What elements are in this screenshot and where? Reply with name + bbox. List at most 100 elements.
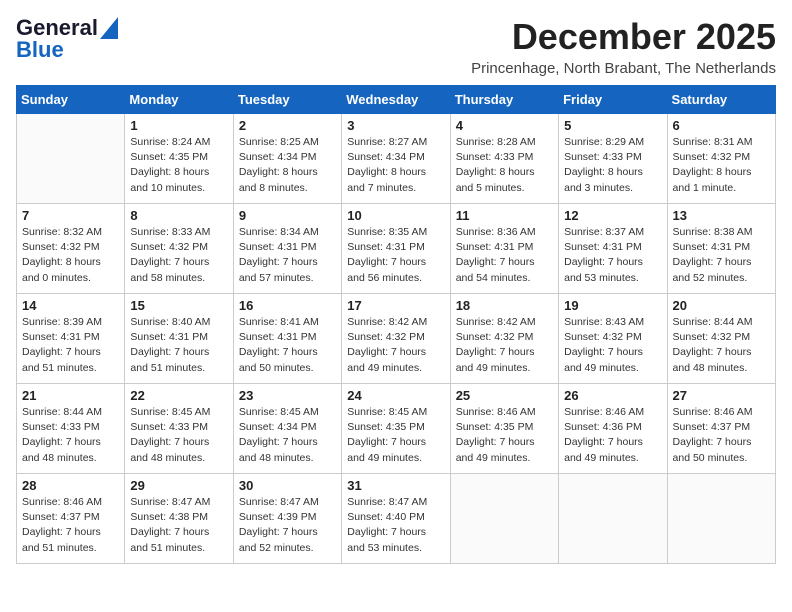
day-number: 26 [564, 388, 661, 403]
calendar-cell: 14 Sunrise: 8:39 AMSunset: 4:31 PMDayligh… [17, 294, 125, 384]
calendar-cell: 11Sunrise: 8:36 AMSunset: 4:31 PMDayligh… [450, 204, 558, 294]
weekday-header-wednesday: Wednesday [342, 86, 450, 114]
day-info: Sunrise: 8:37 AMSunset: 4:31 PMDaylight:… [564, 225, 661, 286]
calendar-week-row: 28 Sunrise: 8:46 AMSunset: 4:37 PMDayligh… [17, 474, 776, 564]
calendar-cell: 17Sunrise: 8:42 AMSunset: 4:32 PMDayligh… [342, 294, 450, 384]
calendar-cell: 2 Sunrise: 8:25 AMSunset: 4:34 PMDaylight… [233, 114, 341, 204]
day-info: Sunrise: 8:38 AMSunset: 4:31 PMDaylight:… [673, 225, 770, 286]
day-number: 27 [673, 388, 770, 403]
day-info: Sunrise: 8:24 AMSunset: 4:35 PMDaylight:… [130, 135, 227, 196]
day-info: Sunrise: 8:44 AMSunset: 4:32 PMDaylight:… [673, 315, 770, 376]
day-number: 29 [130, 478, 227, 493]
day-number: 14 [22, 298, 119, 313]
day-info: Sunrise: 8:35 AMSunset: 4:31 PMDaylight:… [347, 225, 444, 286]
weekday-header-friday: Friday [559, 86, 667, 114]
day-info: Sunrise: 8:44 AMSunset: 4:33 PMDaylight:… [22, 405, 119, 466]
day-number: 2 [239, 118, 336, 133]
calendar-week-row: 1 Sunrise: 8:24 AMSunset: 4:35 PMDaylight… [17, 114, 776, 204]
logo-triangle-icon [100, 17, 118, 39]
day-number: 3 [347, 118, 444, 133]
day-number: 31 [347, 478, 444, 493]
day-info: Sunrise: 8:36 AMSunset: 4:31 PMDaylight:… [456, 225, 553, 286]
calendar-cell: 16Sunrise: 8:41 AMSunset: 4:31 PMDayligh… [233, 294, 341, 384]
day-number: 24 [347, 388, 444, 403]
calendar-cell: 29Sunrise: 8:47 AMSunset: 4:38 PMDayligh… [125, 474, 233, 564]
weekday-header-monday: Monday [125, 86, 233, 114]
calendar-cell: 20 Sunrise: 8:44 AMSunset: 4:32 PMDayligh… [667, 294, 775, 384]
day-number: 16 [239, 298, 336, 313]
calendar-cell: 6Sunrise: 8:31 AMSunset: 4:32 PMDaylight… [667, 114, 775, 204]
calendar-cell: 1 Sunrise: 8:24 AMSunset: 4:35 PMDaylight… [125, 114, 233, 204]
day-info: Sunrise: 8:34 AMSunset: 4:31 PMDaylight:… [239, 225, 336, 286]
day-number: 23 [239, 388, 336, 403]
day-number: 19 [564, 298, 661, 313]
day-info: Sunrise: 8:28 AMSunset: 4:33 PMDaylight:… [456, 135, 553, 196]
calendar-cell: 3 Sunrise: 8:27 AMSunset: 4:34 PMDaylight… [342, 114, 450, 204]
day-number: 4 [456, 118, 553, 133]
calendar-cell: 24 Sunrise: 8:45 AMSunset: 4:35 PMDayligh… [342, 384, 450, 474]
calendar-cell: 15 Sunrise: 8:40 AMSunset: 4:31 PMDayligh… [125, 294, 233, 384]
calendar-cell: 26Sunrise: 8:46 AMSunset: 4:36 PMDayligh… [559, 384, 667, 474]
calendar-cell: 28 Sunrise: 8:46 AMSunset: 4:37 PMDayligh… [17, 474, 125, 564]
calendar-cell: 4 Sunrise: 8:28 AMSunset: 4:33 PMDaylight… [450, 114, 558, 204]
calendar-cell: 23 Sunrise: 8:45 AMSunset: 4:34 PMDayligh… [233, 384, 341, 474]
day-number: 13 [673, 208, 770, 223]
day-number: 1 [130, 118, 227, 133]
calendar-week-row: 7Sunrise: 8:32 AMSunset: 4:32 PMDaylight… [17, 204, 776, 294]
calendar-cell [450, 474, 558, 564]
weekday-header-tuesday: Tuesday [233, 86, 341, 114]
weekday-header-sunday: Sunday [17, 86, 125, 114]
day-number: 20 [673, 298, 770, 313]
weekday-header-saturday: Saturday [667, 86, 775, 114]
day-number: 12 [564, 208, 661, 223]
day-info: Sunrise: 8:45 AMSunset: 4:34 PMDaylight:… [239, 405, 336, 466]
calendar-cell: 25 Sunrise: 8:46 AMSunset: 4:35 PMDayligh… [450, 384, 558, 474]
day-info: Sunrise: 8:42 AMSunset: 4:32 PMDaylight:… [347, 315, 444, 376]
day-number: 30 [239, 478, 336, 493]
day-number: 8 [130, 208, 227, 223]
calendar-cell: 13 Sunrise: 8:38 AMSunset: 4:31 PMDayligh… [667, 204, 775, 294]
day-info: Sunrise: 8:45 AMSunset: 4:35 PMDaylight:… [347, 405, 444, 466]
day-info: Sunrise: 8:46 AMSunset: 4:37 PMDaylight:… [22, 495, 119, 556]
calendar-cell: 9 Sunrise: 8:34 AMSunset: 4:31 PMDaylight… [233, 204, 341, 294]
calendar-week-row: 14 Sunrise: 8:39 AMSunset: 4:31 PMDayligh… [17, 294, 776, 384]
weekday-header-row: SundayMondayTuesdayWednesdayThursdayFrid… [17, 86, 776, 114]
calendar-cell [559, 474, 667, 564]
day-number: 5 [564, 118, 661, 133]
calendar-cell [667, 474, 775, 564]
day-info: Sunrise: 8:45 AMSunset: 4:33 PMDaylight:… [130, 405, 227, 466]
day-info: Sunrise: 8:33 AMSunset: 4:32 PMDaylight:… [130, 225, 227, 286]
page-header: General Blue December 2025 Princenhage, … [16, 16, 776, 77]
month-title: December 2025 [471, 16, 776, 58]
calendar-cell: 21 Sunrise: 8:44 AMSunset: 4:33 PMDayligh… [17, 384, 125, 474]
day-number: 25 [456, 388, 553, 403]
calendar-cell: 8 Sunrise: 8:33 AMSunset: 4:32 PMDaylight… [125, 204, 233, 294]
day-info: Sunrise: 8:27 AMSunset: 4:34 PMDaylight:… [347, 135, 444, 196]
calendar-cell: 12 Sunrise: 8:37 AMSunset: 4:31 PMDayligh… [559, 204, 667, 294]
calendar-cell: 27 Sunrise: 8:46 AMSunset: 4:37 PMDayligh… [667, 384, 775, 474]
calendar-cell: 30 Sunrise: 8:47 AMSunset: 4:39 PMDayligh… [233, 474, 341, 564]
day-info: Sunrise: 8:46 AMSunset: 4:37 PMDaylight:… [673, 405, 770, 466]
day-number: 9 [239, 208, 336, 223]
subtitle: Princenhage, North Brabant, The Netherla… [471, 60, 776, 77]
calendar-cell [17, 114, 125, 204]
day-info: Sunrise: 8:46 AMSunset: 4:35 PMDaylight:… [456, 405, 553, 466]
logo: General Blue [16, 16, 118, 62]
weekday-header-thursday: Thursday [450, 86, 558, 114]
calendar-cell: 18 Sunrise: 8:42 AMSunset: 4:32 PMDayligh… [450, 294, 558, 384]
day-info: Sunrise: 8:25 AMSunset: 4:34 PMDaylight:… [239, 135, 336, 196]
day-info: Sunrise: 8:43 AMSunset: 4:32 PMDaylight:… [564, 315, 661, 376]
day-info: Sunrise: 8:47 AMSunset: 4:40 PMDaylight:… [347, 495, 444, 556]
day-info: Sunrise: 8:42 AMSunset: 4:32 PMDaylight:… [456, 315, 553, 376]
day-info: Sunrise: 8:39 AMSunset: 4:31 PMDaylight:… [22, 315, 119, 376]
calendar-cell: 10 Sunrise: 8:35 AMSunset: 4:31 PMDayligh… [342, 204, 450, 294]
day-number: 21 [22, 388, 119, 403]
day-info: Sunrise: 8:47 AMSunset: 4:39 PMDaylight:… [239, 495, 336, 556]
day-info: Sunrise: 8:40 AMSunset: 4:31 PMDaylight:… [130, 315, 227, 376]
day-number: 18 [456, 298, 553, 313]
day-number: 15 [130, 298, 227, 313]
day-number: 7 [22, 208, 119, 223]
day-number: 10 [347, 208, 444, 223]
day-number: 28 [22, 478, 119, 493]
day-info: Sunrise: 8:31 AMSunset: 4:32 PMDaylight:… [673, 135, 770, 196]
